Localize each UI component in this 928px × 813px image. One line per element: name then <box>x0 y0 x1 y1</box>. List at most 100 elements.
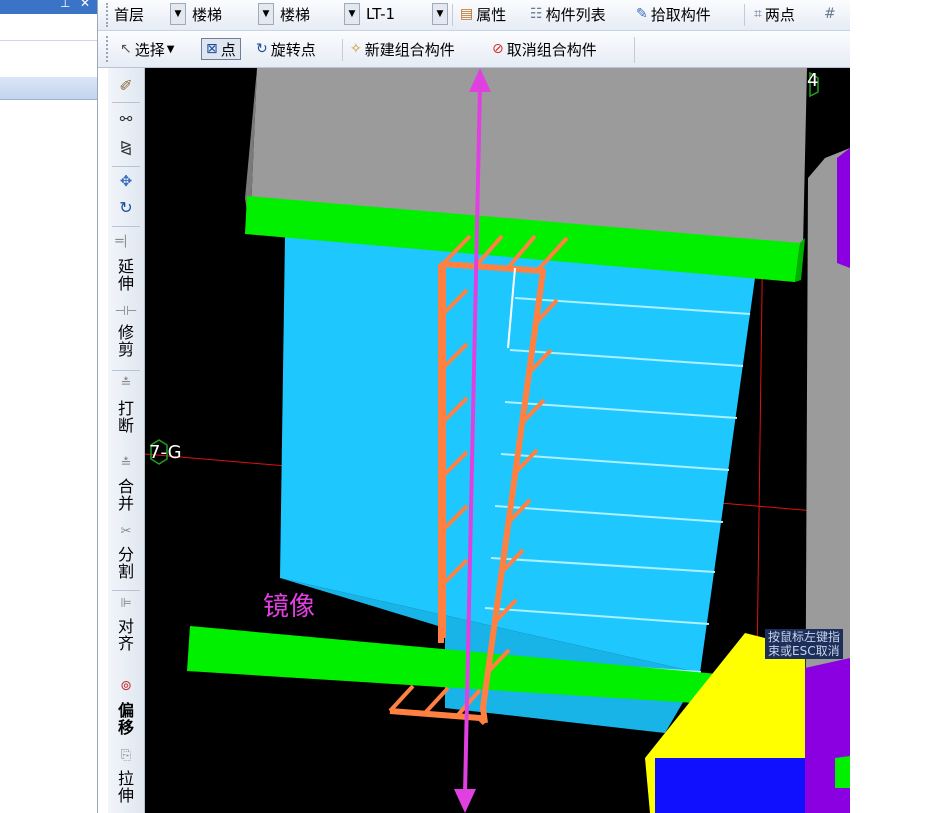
point-label: 点 <box>220 40 236 59</box>
type-value: 楼梯 <box>280 5 311 24</box>
move-icon[interactable]: ✥ <box>108 172 144 190</box>
trim-tool[interactable]: 修剪 <box>108 324 144 358</box>
select-label: 选择 <box>134 40 165 59</box>
align-label: 对齐 <box>117 617 134 653</box>
tooltip-line-2: 束或ESC取消 <box>768 644 840 658</box>
purple-column-top <box>837 148 850 268</box>
point-button[interactable]: ⊠ 点 <box>201 38 241 60</box>
toolbar-row-1: 首层 ▼ 楼梯 ▼ 楼梯 ▼ LT-1 ▼ ▤ 属性 ☷ 构件列表 ✎ 拾取构件… <box>98 0 850 31</box>
component-list-label: 构件列表 <box>545 5 606 24</box>
grid-label-top: 4 <box>807 70 819 91</box>
stretch-icon: ⎘ <box>120 748 132 763</box>
copy-icon[interactable]: ⚯ <box>108 110 144 128</box>
rotate-tool-icon[interactable]: ↻ <box>108 198 144 217</box>
point-icon: ⊠ <box>206 41 218 57</box>
two-points-icon: ⌗ <box>754 6 762 22</box>
floor-dropdown-arrow[interactable]: ▼ <box>170 3 186 25</box>
eyedropper-icon: ✎ <box>636 6 648 22</box>
mirror-icon[interactable]: ⧎ <box>108 138 144 156</box>
vertical-tool-strip: ✐ ⚯ ⧎ ✥ ↻ =⎸ 延伸 ⊣⊢ 修剪 ≛ 打断 ≛ 合并 ✂ 分割 ⊫ 对… <box>108 68 145 813</box>
split-icon: ✂ <box>120 524 132 539</box>
cancel-group-button[interactable]: ⊘ 取消组合构件 <box>492 36 597 62</box>
merge-icon: ≛ <box>120 456 132 471</box>
new-group-button[interactable]: ✧ 新建组合构件 <box>350 36 455 62</box>
toolbar-separator <box>744 4 745 26</box>
pick-component-button[interactable]: ✎ 拾取构件 <box>636 1 711 27</box>
purple-block <box>805 658 850 813</box>
properties-icon: ▤ <box>460 6 474 22</box>
category-dropdown-arrow[interactable]: ▼ <box>258 3 274 25</box>
select-button[interactable]: ↖ 选择 ▼ <box>120 36 174 62</box>
trim-icon: ⊣⊢ <box>114 304 138 319</box>
tooltip-line-1: 按鼠标左键指 <box>768 630 841 644</box>
category-value: 楼梯 <box>192 5 223 24</box>
toolbar-row-2: ↖ 选择 ▼ ⊠ 点 ↻ 旋转点 ✧ 新建组合构件 ⊘ 取消组合构件 <box>98 31 850 68</box>
cancel-group-label: 取消组合构件 <box>506 40 597 59</box>
brush-icon[interactable]: ✐ <box>108 76 144 95</box>
trim-label: 修剪 <box>117 323 134 359</box>
type-dropdown[interactable]: 楼梯 <box>280 1 310 27</box>
break-icon: ≛ <box>120 376 132 391</box>
break-label: 打断 <box>117 399 134 435</box>
extend-icon: =⎸ <box>114 234 138 249</box>
merge-tool[interactable]: 合并 <box>108 478 144 512</box>
extend-tool[interactable]: 延伸 <box>108 258 144 292</box>
right-margin <box>850 0 928 813</box>
cursor-icon: ↖ <box>120 41 132 57</box>
component-value: LT-1 <box>366 5 396 23</box>
component-dropdown-arrow[interactable]: ▼ <box>432 3 448 25</box>
select-dropdown-arrow[interactable]: ▼ <box>167 44 175 55</box>
rotate-point-button[interactable]: ↻ 旋转点 <box>256 36 316 62</box>
left-panel-selected-row[interactable] <box>0 77 98 100</box>
offset-icon: ⊚ <box>120 678 132 694</box>
left-panel-border <box>97 0 98 813</box>
tool-separator <box>112 102 140 103</box>
green-block-corner <box>835 756 850 788</box>
pin-icon[interactable]: ⊥ <box>60 0 70 10</box>
break-tool[interactable]: 打断 <box>108 400 144 434</box>
split-tool[interactable]: 分割 <box>108 546 144 580</box>
toolbar-end-separator <box>634 37 635 63</box>
floor-value: 首层 <box>114 5 145 24</box>
tool-separator <box>112 590 140 591</box>
merge-label: 合并 <box>117 477 134 513</box>
tool-separator <box>112 226 140 227</box>
toolbar-grip[interactable] <box>106 36 112 62</box>
parallel-grid-button[interactable]: # <box>824 1 839 27</box>
cancel-group-icon: ⊘ <box>492 41 504 57</box>
component-list-button[interactable]: ☷ 构件列表 <box>530 1 606 27</box>
close-icon[interactable]: ✕ <box>80 0 90 10</box>
rotate-icon: ↻ <box>256 41 268 57</box>
align-tool[interactable]: 对齐 <box>108 618 144 652</box>
two-points-label: 两点 <box>764 5 795 24</box>
toolbar-separator <box>452 4 453 26</box>
left-panel-divider <box>0 40 98 41</box>
extend-label-line: 延伸 <box>117 257 134 293</box>
drawing-viewport[interactable]: 7-G 4 镜像 按鼠标左键指 束或ESC取消 <box>145 68 850 813</box>
offset-label: 偏移 <box>117 701 134 737</box>
offset-tool[interactable]: 偏移 <box>108 702 144 736</box>
viewport-canvas[interactable] <box>145 68 850 813</box>
left-panel <box>0 0 98 813</box>
component-dropdown[interactable]: LT-1 <box>366 1 395 27</box>
blue-block <box>655 758 805 813</box>
new-group-icon: ✧ <box>350 41 362 57</box>
stretch-tool[interactable]: 拉伸 <box>108 770 144 804</box>
category-dropdown[interactable]: 楼梯 <box>192 1 222 27</box>
properties-button[interactable]: ▤ 属性 <box>460 1 506 27</box>
tool-separator <box>112 370 140 371</box>
floor-dropdown[interactable]: 首层 <box>114 1 144 27</box>
toolbar-grip[interactable] <box>106 3 112 27</box>
toolbar-separator <box>342 39 343 61</box>
align-icon: ⊫ <box>120 596 132 611</box>
grid-icon: # <box>824 6 836 22</box>
status-tooltip: 按鼠标左键指 束或ESC取消 <box>765 629 844 659</box>
two-points-button[interactable]: ⌗ 两点 <box>754 1 795 27</box>
rotate-point-label: 旋转点 <box>270 40 316 59</box>
type-dropdown-arrow[interactable]: ▼ <box>344 3 360 25</box>
grid-label-left: 7-G <box>149 442 182 463</box>
stretch-label: 拉伸 <box>117 769 134 805</box>
pick-component-label: 拾取构件 <box>650 5 711 24</box>
split-label: 分割 <box>117 545 134 581</box>
properties-label: 属性 <box>476 5 507 24</box>
